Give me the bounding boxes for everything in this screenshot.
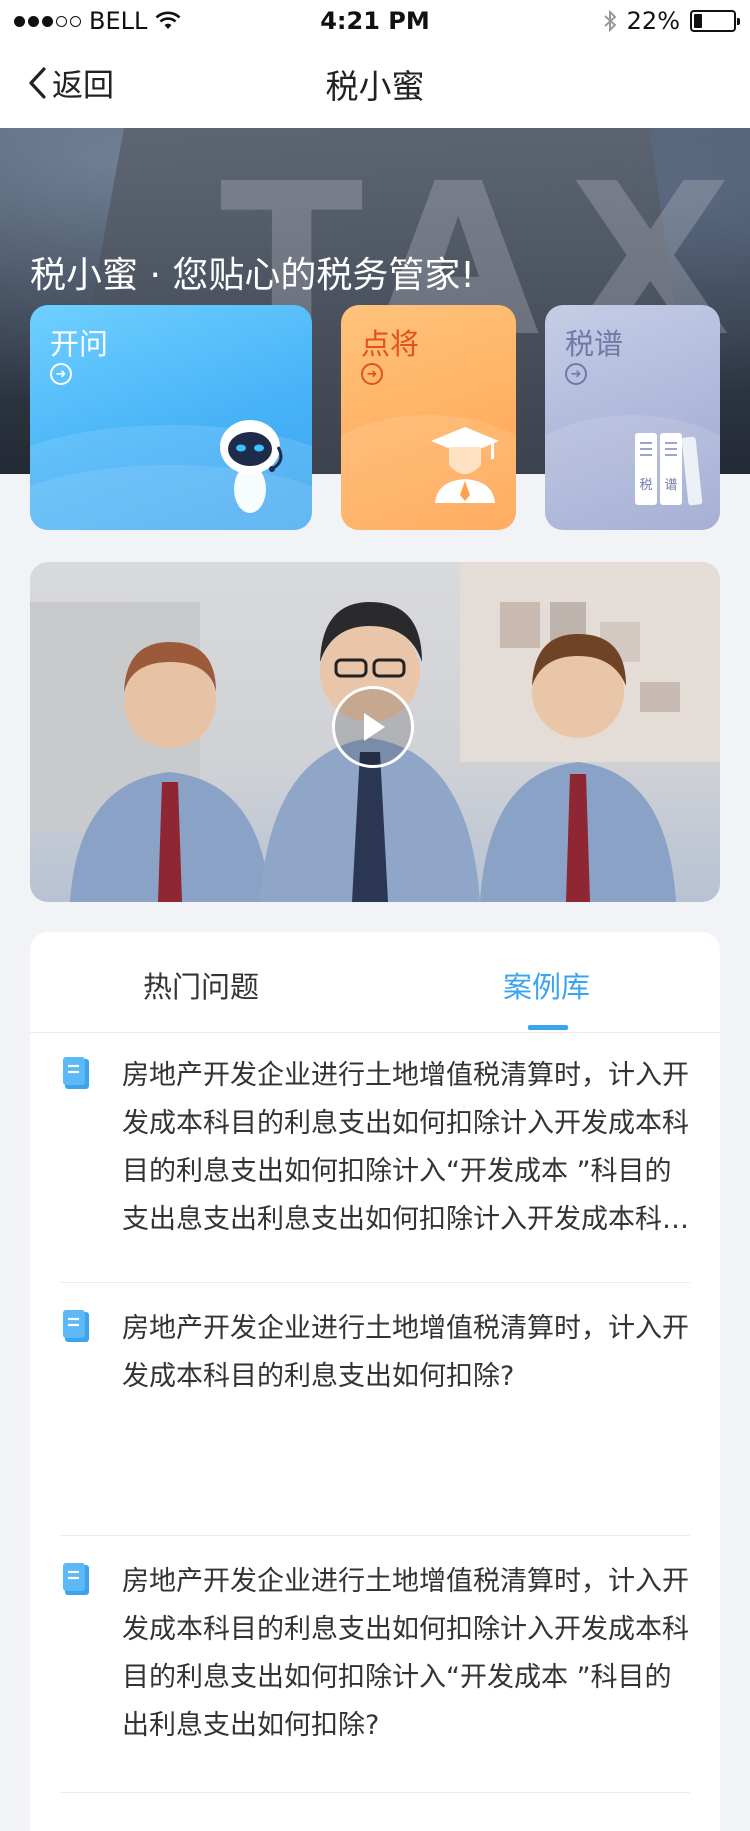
books-icon: 税 谱 <box>635 433 703 506</box>
divider <box>60 1282 690 1283</box>
question-text: 房地产开发企业进行土地增值税清算时，计入开发成本科目的利息支出如何扣除计入开发成… <box>122 1060 689 1235</box>
play-button[interactable] <box>332 686 414 768</box>
list-item[interactable]: 房地产开发企业进行土地增值税清算时，计入开发成本科目的利息支出如何扣除? <box>30 1305 720 1505</box>
battery-icon <box>690 10 740 32</box>
active-tab-indicator <box>528 1025 568 1030</box>
battery-level <box>694 14 702 28</box>
arrow-right-circle-icon: ➜ <box>361 363 383 385</box>
graduate-icon <box>431 427 499 503</box>
status-right: 22% <box>603 7 740 35</box>
divider <box>60 1535 690 1536</box>
page-title: 税小蜜 <box>325 67 425 106</box>
document-icon <box>63 1057 89 1089</box>
arrow-right-circle-icon: ➜ <box>565 363 587 385</box>
card-title: 税谱 <box>565 327 624 361</box>
play-icon <box>364 713 385 741</box>
divider <box>60 1792 690 1793</box>
hero-slogan: 税小蜜 · 您贴心的税务管家! <box>30 255 475 296</box>
question-panel: 热门问题 案例库 房地产开发企业进行土地增值税清算时，计入开发成本科目的利息支出… <box>30 932 720 1831</box>
card-title: 开问 <box>50 327 109 361</box>
battery-cap <box>737 18 740 25</box>
tab-bar: 热门问题 案例库 <box>30 932 720 1033</box>
document-icon <box>63 1310 89 1342</box>
list-item[interactable]: 房地产开发企业进行土地增值税清算时，计入开发成本科目的利息支出如何扣除计入开发成… <box>30 1052 720 1252</box>
question-text: 房地产开发企业进行土地增值税清算时，计入开发成本科目的利息支出如何扣除? <box>122 1313 689 1392</box>
tab-case-library[interactable]: 案例库 <box>503 964 590 1006</box>
tax-spectrum-card[interactable]: 税谱 ➜ 税 谱 <box>545 305 720 530</box>
robot-icon <box>220 420 283 513</box>
ask-card[interactable]: 开问 ➜ <box>30 305 312 530</box>
battery-percent: 22% <box>626 7 680 35</box>
tab-hot-questions[interactable]: 热门问题 <box>143 964 259 1006</box>
list-item[interactable]: 房地产开发企业进行土地增值税清算时，计入开发成本科目的利息支出如何扣除计入开发成… <box>30 1558 720 1758</box>
question-text: 房地产开发企业进行土地增值税清算时，计入开发成本科目的利息支出如何扣除计入开发成… <box>122 1566 689 1741</box>
document-icon <box>63 1563 89 1595</box>
book-label: 谱 <box>664 478 677 493</box>
navigation-bar: 返回 税小蜜 <box>0 40 750 128</box>
card-title: 点将 <box>361 327 420 361</box>
bluetooth-icon <box>603 9 617 33</box>
arrow-right-circle-icon: ➜ <box>50 363 72 385</box>
expert-card[interactable]: 点将 ➜ <box>341 305 516 530</box>
video-banner[interactable] <box>30 562 720 902</box>
book-label: 税 <box>639 478 652 493</box>
status-bar: BELL 4:21 PM 22% <box>0 0 750 40</box>
